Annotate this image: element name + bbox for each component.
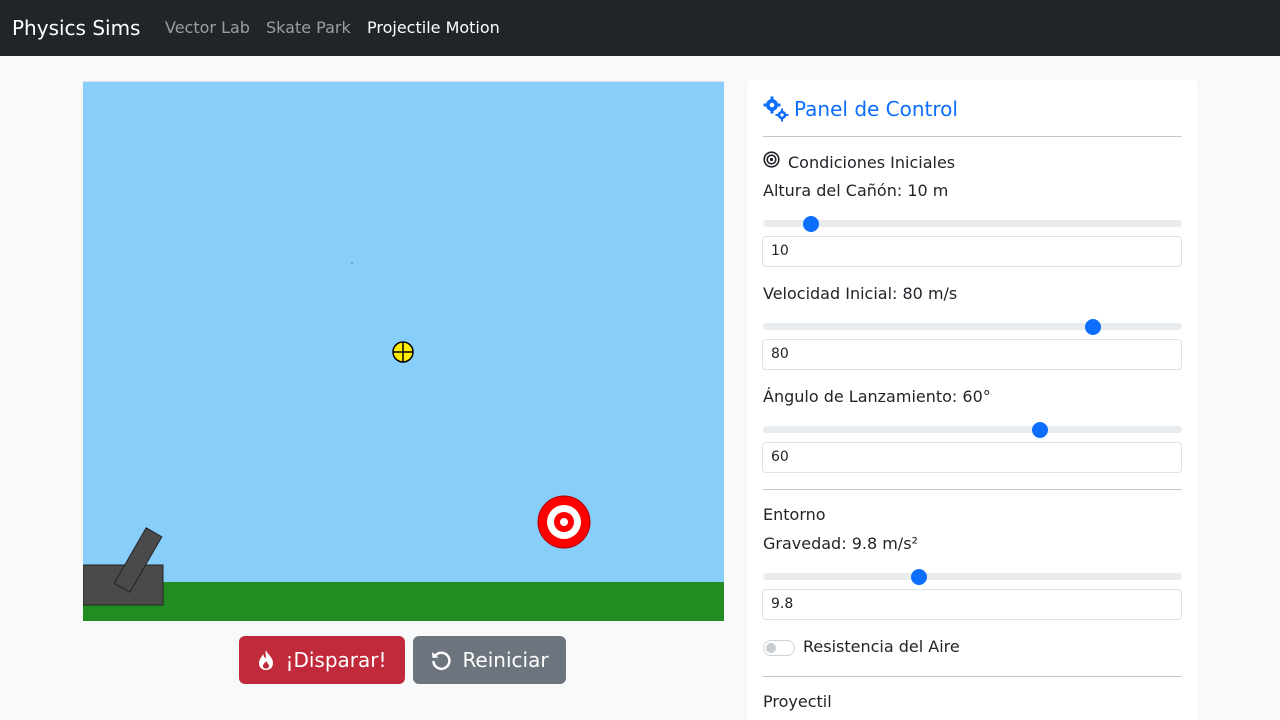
navbar-brand[interactable]: Physics Sims	[12, 15, 140, 41]
target	[537, 495, 591, 549]
air-resistance-toggle-knob	[766, 643, 776, 653]
rotate-left-icon	[430, 649, 452, 671]
fire-button-label: ¡Disparar!	[285, 648, 387, 672]
height-label: Altura del Cañón: 10 m	[763, 181, 949, 200]
trajectory-dot	[351, 262, 353, 264]
panel-title: Panel de Control	[794, 97, 958, 121]
bullseye-icon	[763, 151, 780, 174]
gravity-slider[interactable]	[763, 569, 1182, 585]
fire-button[interactable]: ¡Disparar!	[239, 636, 405, 684]
initial-conditions-heading: Condiciones Iniciales	[763, 151, 955, 174]
gears-icon	[763, 96, 789, 126]
divider	[763, 136, 1182, 137]
environment-heading: Entorno	[763, 505, 826, 524]
simulation-canvas[interactable]	[83, 81, 724, 621]
nav-link-skate-park[interactable]: Skate Park	[266, 17, 351, 39]
velocity-slider[interactable]	[763, 319, 1182, 335]
velocity-label: Velocidad Inicial: 80 m/s	[763, 284, 958, 303]
nav-link-projectile-motion[interactable]: Projectile Motion	[367, 17, 500, 39]
gravity-input[interactable]: 9.8	[762, 589, 1182, 620]
ground	[83, 582, 724, 621]
angle-label: Ángulo de Lanzamiento: 60°	[763, 387, 991, 406]
control-panel: Panel de Control Condiciones Iniciales A…	[747, 80, 1198, 720]
fire-icon	[257, 649, 275, 671]
height-slider-thumb[interactable]	[803, 216, 819, 232]
gravity-slider-thumb[interactable]	[911, 569, 927, 585]
gravity-label: Gravedad: 9.8 m/s²	[763, 534, 918, 553]
angle-slider[interactable]	[763, 422, 1182, 438]
initial-conditions-label: Condiciones Iniciales	[788, 152, 956, 172]
aim-crosshair	[392, 341, 414, 363]
reset-button-label: Reiniciar	[462, 648, 549, 672]
navbar: Physics Sims Vector Lab Skate Park Proje…	[0, 0, 1280, 56]
velocity-input[interactable]: 80	[762, 339, 1182, 370]
height-slider[interactable]	[763, 216, 1182, 232]
divider	[763, 489, 1182, 490]
air-resistance-toggle[interactable]	[763, 640, 795, 656]
projectile-heading: Proyectil	[763, 692, 832, 711]
cannon	[83, 527, 164, 606]
angle-slider-thumb[interactable]	[1032, 422, 1048, 438]
velocity-slider-thumb[interactable]	[1085, 319, 1101, 335]
height-input[interactable]: 10	[762, 236, 1182, 267]
reset-button[interactable]: Reiniciar	[413, 636, 566, 684]
divider	[763, 676, 1182, 677]
nav-link-vector-lab[interactable]: Vector Lab	[165, 17, 250, 39]
air-resistance-label: Resistencia del Aire	[803, 637, 960, 656]
angle-input[interactable]: 60	[762, 442, 1182, 473]
